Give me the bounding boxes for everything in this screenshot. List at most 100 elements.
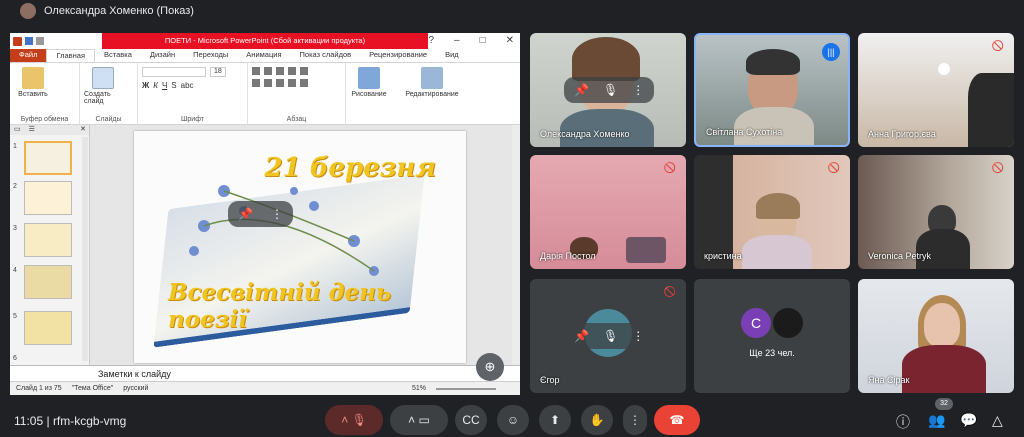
powerpoint-icon (13, 36, 22, 46)
ppt-title: ПОЕТИ - Microsoft PowerPoint (Сбой актив… (102, 33, 428, 49)
paste-icon (22, 67, 44, 89)
activities-icon: △ (992, 412, 1003, 428)
group-paragraph: Абзац (286, 116, 307, 123)
more-icon: ⋮ (629, 413, 641, 427)
new-slide-icon (92, 67, 114, 89)
participant-tile[interactable]: ||| Світлана Сухотіна (694, 33, 850, 147)
speaking-indicator-icon: ||| (822, 43, 840, 61)
chevron-up-icon: ˄ (408, 413, 416, 427)
present-button[interactable]: ⬆ (539, 405, 571, 435)
participant-tile[interactable]: 🚫 Анна Григор.єва (858, 33, 1014, 147)
info-button[interactable]: ⓘ (896, 412, 910, 432)
info-icon: ⓘ (896, 414, 910, 430)
presenter-avatar (20, 3, 36, 19)
more-participants-tile[interactable]: C Ще 23 чел. (694, 279, 850, 393)
pin-icon[interactable]: 📌 (574, 83, 589, 97)
participant-avatar: C (741, 308, 771, 338)
camera-icon: ▭ (418, 413, 430, 427)
stage-scrollbar (512, 125, 520, 365)
camera-toggle-button[interactable]: ˄ ▭ (390, 405, 448, 435)
tile-controls: 📌 🎙 ⋮ (564, 77, 655, 103)
slide-thumbnail (24, 311, 72, 345)
captions-button[interactable]: CC (455, 405, 487, 435)
screen-overlay-controls: 📌 ⋮ (228, 201, 293, 227)
theme-name: "Тема Office" (71, 385, 114, 392)
participant-name: Veronica Petryk (868, 251, 932, 261)
slide-thumbnail (24, 181, 72, 215)
paste-label: Вставить (18, 91, 48, 98)
slide-thumbnails: ▭ ☰ ✕ 1 2 3 4 5 6 (10, 125, 90, 365)
drawing-label: Рисование (351, 91, 387, 98)
participant-tile[interactable]: 📌 🎙 ⋮ 🚫 Єгор (530, 279, 686, 393)
thumb-number: 6 (13, 355, 17, 362)
tile-controls: 📌 🎙 ⋮ (564, 323, 655, 349)
slide-stage: 21 березня Всесвітній день поезії (90, 125, 520, 365)
zoom-in-button[interactable]: ⊕ (476, 353, 504, 381)
thumb-scrollbar (82, 137, 88, 361)
slide-thumbnail (24, 223, 72, 257)
more-icon[interactable]: ⋮ (271, 207, 283, 221)
activities-button[interactable]: △ (992, 412, 1003, 429)
tab-file: Файл (10, 49, 47, 62)
ppt-ribbon-tabs: Файл Главная Вставка Дизайн Переходы Ани… (10, 49, 520, 63)
minimize-icon: – (454, 35, 460, 46)
tab-slideshow: Показ слайдов (299, 50, 352, 59)
zoom-level: 51% (411, 385, 426, 392)
more-icon[interactable]: ⋮ (632, 83, 644, 97)
pin-icon[interactable]: 📌 (238, 207, 253, 221)
thumb-number: 5 (13, 313, 17, 320)
slide-count: Слайд 1 из 75 (16, 385, 62, 392)
more-icon[interactable]: ⋮ (632, 329, 644, 343)
more-options-button[interactable]: ⋮ (623, 405, 647, 435)
meeting-time: 11:05 | rfm-kcgb-vmg (14, 414, 127, 428)
presenter-header: Олександра Хоменко (Показ) (0, 0, 1024, 22)
mic-off-icon: 🚫 (991, 41, 1004, 52)
chat-button[interactable]: 💬 (960, 412, 977, 429)
hang-up-icon: ☎ (669, 413, 685, 427)
participant-name: кристина (704, 251, 742, 261)
people-icon: 👥 (928, 412, 946, 428)
participant-tile[interactable]: Яна Сірак (858, 279, 1014, 393)
thumb-number: 4 (13, 267, 17, 274)
meeting-code: rfm-kcgb-vmg (52, 414, 127, 428)
save-icon (25, 37, 33, 45)
chat-icon: 💬 (960, 412, 978, 428)
ppt-statusbar: Слайд 1 из 75 "Тема Office" русский 51% (10, 381, 520, 395)
participant-name: Олександра Хоменко (540, 129, 630, 139)
drawing-icon (358, 67, 380, 89)
tab-design: Дизайн (149, 50, 176, 59)
participant-name: Єгор (540, 375, 560, 385)
ppt-titlebar: ПОЕТИ - Microsoft PowerPoint (Сбой актив… (10, 33, 520, 49)
binoculars-icon (421, 67, 443, 89)
mic-off-icon: 🎙 (602, 329, 619, 343)
tab-review: Рецензирование (369, 50, 428, 59)
participant-name: Дарія Постол (540, 251, 596, 261)
participant-tile[interactable]: 🚫 Veronica Petryk (858, 155, 1014, 269)
end-call-button[interactable]: ☎ (654, 405, 700, 435)
participant-name: Яна Сірак (868, 375, 910, 385)
group-clipboard: Буфер обмена (20, 116, 69, 123)
maximize-icon: □ (479, 35, 486, 46)
raise-hand-button[interactable]: ✋ (581, 405, 613, 435)
mic-off-icon: 🚫 (663, 163, 676, 174)
hand-icon: ✋ (589, 413, 605, 427)
mic-off-icon: 🚫 (827, 163, 840, 174)
thumb-number: 2 (13, 183, 17, 190)
participant-tile[interactable]: 🚫 Дарія Постол (530, 155, 686, 269)
ppt-ribbon: Вставить Буфер обмена Создать слайд Слай… (10, 63, 520, 125)
group-font: Шрифт (180, 116, 205, 123)
people-button[interactable]: 👥 (928, 412, 945, 429)
slide-thumbnail (24, 141, 72, 175)
tab-view: Вид (445, 50, 459, 59)
mic-off-icon: 🚫 (663, 287, 676, 298)
mic-toggle-button[interactable]: ˄ 🎙 (325, 405, 383, 435)
participant-tile[interactable]: 🚫 кристина (694, 155, 850, 269)
zoom-slider (436, 387, 496, 390)
font-size: 18 (210, 67, 226, 77)
participant-avatar (773, 308, 803, 338)
mic-off-icon: 🎙 (351, 413, 367, 427)
help-icon: ? (428, 35, 434, 46)
reactions-button[interactable]: ☺ (497, 405, 529, 435)
participant-tile[interactable]: 📌 🎙 ⋮ Олександра Хоменко (530, 33, 686, 147)
pin-icon[interactable]: 📌 (574, 329, 589, 343)
